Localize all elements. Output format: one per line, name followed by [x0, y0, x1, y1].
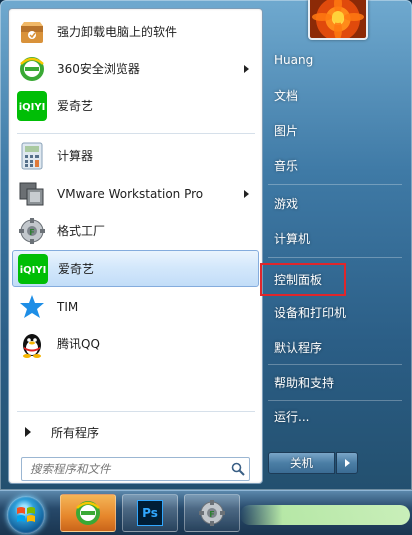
- svg-text:F: F: [29, 228, 34, 237]
- place-user-name[interactable]: Huang: [266, 45, 406, 75]
- svg-text:iQIYI: iQIYI: [19, 102, 46, 113]
- program-label: 强力卸载电脑上的软件: [57, 25, 178, 39]
- program-item-qq[interactable]: 腾讯QQ: [12, 325, 259, 362]
- shutdown-button[interactable]: 关机: [268, 452, 335, 474]
- photoshop-icon: Ps: [137, 500, 163, 526]
- windows-logo-icon: [17, 507, 35, 522]
- place-documents[interactable]: 文档: [266, 80, 406, 110]
- program-label: 360安全浏览器: [57, 62, 140, 76]
- calculator-icon: [17, 141, 47, 171]
- program-label: 爱奇艺: [57, 99, 94, 113]
- photoshop-label: Ps: [142, 506, 158, 520]
- program-label: 格式工厂: [57, 224, 106, 238]
- program-item-calculator[interactable]: 计算器: [12, 137, 259, 174]
- shutdown-label: 关机: [290, 456, 313, 470]
- place-label: 默认程序: [274, 340, 323, 355]
- place-music[interactable]: 音乐: [266, 150, 406, 180]
- arrow-right-icon: [344, 459, 350, 467]
- start-button[interactable]: [7, 496, 45, 534]
- place-computer[interactable]: 计算机: [266, 223, 406, 253]
- divider: [268, 257, 402, 258]
- qq-penguin-icon: [17, 329, 47, 359]
- divider: [17, 133, 255, 134]
- program-label: 爱奇艺: [58, 262, 95, 276]
- divider: [17, 411, 255, 412]
- place-label: Huang: [274, 53, 314, 67]
- control-panel-highlight-box: [260, 263, 346, 296]
- program-label: VMware Workstation Pro: [57, 186, 204, 201]
- place-label: 计算机: [274, 231, 311, 246]
- 360-browser-icon: [76, 501, 100, 525]
- place-label: 游戏: [274, 196, 299, 211]
- place-run[interactable]: 运行...: [266, 401, 406, 431]
- program-item-format-factory[interactable]: F 格式工厂: [12, 212, 259, 249]
- place-pictures[interactable]: 图片: [266, 115, 406, 145]
- user-picture[interactable]: [308, 0, 368, 40]
- svg-text:iQIYI: iQIYI: [20, 265, 47, 276]
- taskbar-format-factory[interactable]: F: [184, 494, 240, 532]
- place-help-and-support[interactable]: 帮助和支持: [266, 367, 406, 397]
- place-label: 文档: [274, 88, 299, 103]
- divider: [268, 364, 402, 365]
- program-item-iqiyi[interactable]: iQIYI 爱奇艺: [12, 87, 259, 124]
- search-input[interactable]: [22, 458, 227, 480]
- place-label: 音乐: [274, 158, 299, 173]
- arrow-right-icon: [25, 427, 31, 437]
- place-label: 帮助和支持: [274, 375, 335, 390]
- all-programs-label: 所有程序: [51, 425, 100, 440]
- place-label: 图片: [274, 123, 299, 138]
- program-item-uninstaller[interactable]: 强力卸载电脑上的软件: [12, 13, 259, 50]
- taskbar-360-browser[interactable]: [60, 494, 116, 532]
- divider: [268, 184, 402, 185]
- vmware-icon: [17, 179, 47, 209]
- submenu-arrow-icon: [244, 64, 249, 73]
- all-programs-button[interactable]: 所有程序: [19, 418, 255, 446]
- program-label: TIM: [57, 299, 79, 314]
- programs-pane: 强力卸载电脑上的软件 360安全浏览器 iQIYI 爱奇艺 计算器 VMware…: [8, 8, 263, 484]
- format-factory-icon: F: [199, 500, 225, 526]
- submenu-arrow-icon: [244, 189, 249, 198]
- svg-text:F: F: [209, 510, 214, 519]
- place-label: 运行...: [274, 409, 310, 424]
- uninstaller-box-icon: [17, 17, 47, 47]
- place-label: 设备和打印机: [274, 305, 347, 320]
- watermark-overlay: [240, 505, 410, 525]
- program-item-vmware[interactable]: VMware Workstation Pro: [12, 175, 259, 212]
- iqiyi-icon: iQIYI: [18, 253, 48, 284]
- format-factory-icon: F: [17, 216, 47, 246]
- iqiyi-icon: iQIYI: [17, 90, 47, 121]
- search-box[interactable]: [21, 457, 250, 481]
- place-games[interactable]: 游戏: [266, 188, 406, 218]
- taskbar-photoshop[interactable]: Ps: [122, 494, 178, 532]
- shutdown-options-button[interactable]: [336, 452, 358, 474]
- program-item-iqiyi-selected[interactable]: iQIYI 爱奇艺: [12, 250, 259, 287]
- program-item-tim[interactable]: TIM: [12, 288, 259, 325]
- 360-browser-icon: [17, 54, 47, 84]
- program-label: 腾讯QQ: [57, 337, 100, 351]
- place-default-programs[interactable]: 默认程序: [266, 332, 406, 362]
- program-label: 计算器: [57, 149, 94, 163]
- program-item-360-browser[interactable]: 360安全浏览器: [12, 50, 259, 87]
- tim-star-icon: [17, 292, 47, 322]
- search-icon[interactable]: [227, 458, 249, 480]
- place-devices-and-printers[interactable]: 设备和打印机: [266, 297, 406, 327]
